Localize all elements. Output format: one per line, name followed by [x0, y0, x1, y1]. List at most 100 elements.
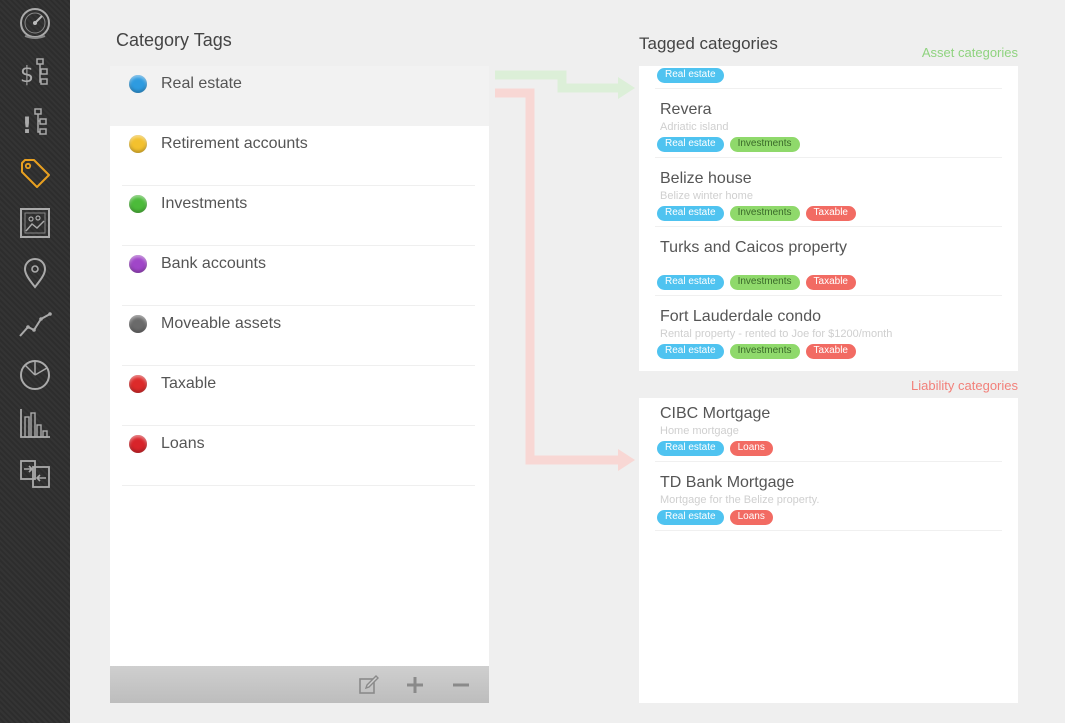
- sidebar: $ !: [0, 0, 70, 723]
- asset-category-item[interactable]: Real estate: [655, 66, 1002, 89]
- category-name: Turks and Caicos property: [660, 239, 848, 256]
- liability-categories-panel: CIBC Mortgage Home mortgage Real estate …: [639, 398, 1018, 703]
- tag-row-loans[interactable]: Loans: [110, 426, 489, 486]
- nav-tags[interactable]: [15, 153, 55, 193]
- badge-investments: Investments: [729, 206, 800, 221]
- badge-real-estate: Real estate: [657, 137, 724, 152]
- nav-bar-reports[interactable]: [15, 403, 55, 443]
- tag-color-dot: [129, 75, 147, 93]
- transfer-icon: [20, 460, 50, 488]
- badge-real-estate: Real estate: [657, 441, 724, 456]
- asset-categories-label: Asset categories: [921, 45, 1018, 60]
- tag-label: Real estate: [161, 75, 242, 92]
- tag-label: Taxable: [161, 375, 217, 392]
- badge-taxable: Taxable: [805, 344, 856, 359]
- category-name: TD Bank Mortgage: [660, 474, 795, 491]
- badge-investments: Investments: [729, 137, 800, 152]
- badge-investments: Investments: [729, 344, 800, 359]
- line-chart-icon: [19, 312, 52, 337]
- minus-icon: [453, 683, 469, 686]
- asset-category-item[interactable]: Fort Lauderdale condo Rental property - …: [655, 301, 1002, 365]
- nav-transfers[interactable]: [15, 453, 55, 493]
- nav-alerts[interactable]: !: [15, 103, 55, 143]
- plus-icon: [407, 676, 423, 693]
- badge-loans: Loans: [729, 441, 773, 456]
- tag-label: Bank accounts: [161, 255, 266, 272]
- svg-text:$: $: [20, 63, 34, 88]
- tag-label: Retirement accounts: [161, 135, 308, 152]
- tag-row-retirement-accounts[interactable]: Retirement accounts: [110, 126, 489, 186]
- tag-icon: [21, 159, 50, 188]
- tag-color-dot: [129, 135, 147, 153]
- tag-row-investments[interactable]: Investments: [110, 186, 489, 246]
- connector-arrows: [495, 70, 635, 471]
- tag-label: Loans: [161, 435, 205, 452]
- liability-connector-arrow: [495, 88, 635, 471]
- badge-real-estate: Real estate: [657, 344, 724, 359]
- divider: [122, 485, 475, 486]
- tag-label: Investments: [161, 195, 248, 212]
- nav-accounts[interactable]: $: [15, 53, 55, 93]
- nav-pie-reports[interactable]: [15, 353, 55, 393]
- nav-trends[interactable]: [15, 303, 55, 343]
- asset-category-item[interactable]: Belize house Belize winter home Real est…: [655, 163, 1002, 227]
- svg-text:!: !: [22, 114, 32, 139]
- badge-list: Real estate: [657, 68, 724, 83]
- liability-category-item[interactable]: TD Bank Mortgage Mortgage for the Belize…: [655, 467, 1002, 531]
- nav-locations[interactable]: [15, 253, 55, 293]
- liability-categories-label: Liability categories: [911, 378, 1018, 393]
- badge-real-estate: Real estate: [657, 68, 724, 83]
- edit-tag-button[interactable]: [357, 673, 381, 697]
- category-name: Revera: [660, 101, 712, 118]
- category-name: Fort Lauderdale condo: [660, 308, 821, 325]
- tagged-categories-title: Tagged categories: [639, 34, 778, 53]
- badge-loans: Loans: [729, 510, 773, 525]
- tags-toolbar: [110, 666, 489, 703]
- category-description: Belize winter home: [660, 190, 753, 202]
- asset-category-item[interactable]: Turks and Caicos property Real estate In…: [655, 232, 1002, 296]
- badge-real-estate: Real estate: [657, 206, 724, 221]
- tag-label: Moveable assets: [161, 315, 282, 332]
- category-description: Adriatic island: [660, 121, 729, 133]
- location-pin-icon: [23, 258, 47, 289]
- edit-icon: [359, 674, 379, 694]
- badge-list: Real estate Loans: [657, 441, 773, 456]
- badge-taxable: Taxable: [805, 275, 856, 290]
- badge-list: Real estate Investments Taxable: [657, 275, 856, 290]
- dashboard-gauge-icon: [20, 8, 50, 39]
- portrait-picture-icon: [20, 208, 50, 238]
- nav-dashboard[interactable]: [15, 3, 55, 43]
- tag-row-real-estate[interactable]: Real estate: [110, 66, 489, 126]
- tag-color-dot: [129, 255, 147, 273]
- badge-list: Real estate Investments: [657, 137, 800, 152]
- badge-real-estate: Real estate: [657, 275, 724, 290]
- remove-tag-button[interactable]: [449, 673, 473, 697]
- pie-chart-icon: [20, 360, 50, 390]
- asset-category-item[interactable]: Revera Adriatic island Real estate Inves…: [655, 94, 1002, 158]
- badge-list: Real estate Loans: [657, 510, 773, 525]
- category-description: Home mortgage: [660, 425, 739, 437]
- nav-budget[interactable]: [15, 203, 55, 243]
- badge-taxable: Taxable: [805, 206, 856, 221]
- tag-color-dot: [129, 375, 147, 393]
- category-tags-title: Category Tags: [116, 30, 232, 50]
- add-tag-button[interactable]: [403, 673, 427, 697]
- category-tags-list: Real estate Retirement accounts Investme…: [110, 66, 489, 703]
- asset-categories-panel: Real estate Revera Adriatic island Real …: [639, 66, 1018, 371]
- tag-row-taxable[interactable]: Taxable: [110, 366, 489, 426]
- badge-list: Real estate Investments Taxable: [657, 344, 856, 359]
- category-description: Mortgage for the Belize property.: [660, 494, 820, 506]
- category-description: Rental property - rented to Joe for $120…: [660, 328, 893, 340]
- badge-real-estate: Real estate: [657, 510, 724, 525]
- tag-color-dot: [129, 315, 147, 333]
- tag-color-dot: [129, 435, 147, 453]
- tag-row-moveable-assets[interactable]: Moveable assets: [110, 306, 489, 366]
- category-name: CIBC Mortgage: [660, 405, 771, 422]
- category-name: Belize house: [660, 170, 752, 187]
- alerts-tree-icon: !: [22, 108, 47, 139]
- tag-row-bank-accounts[interactable]: Bank accounts: [110, 246, 489, 306]
- badge-investments: Investments: [729, 275, 800, 290]
- bar-chart-icon: [20, 409, 50, 438]
- liability-category-item[interactable]: CIBC Mortgage Home mortgage Real estate …: [655, 398, 1002, 462]
- accounts-tree-icon: $: [20, 58, 48, 88]
